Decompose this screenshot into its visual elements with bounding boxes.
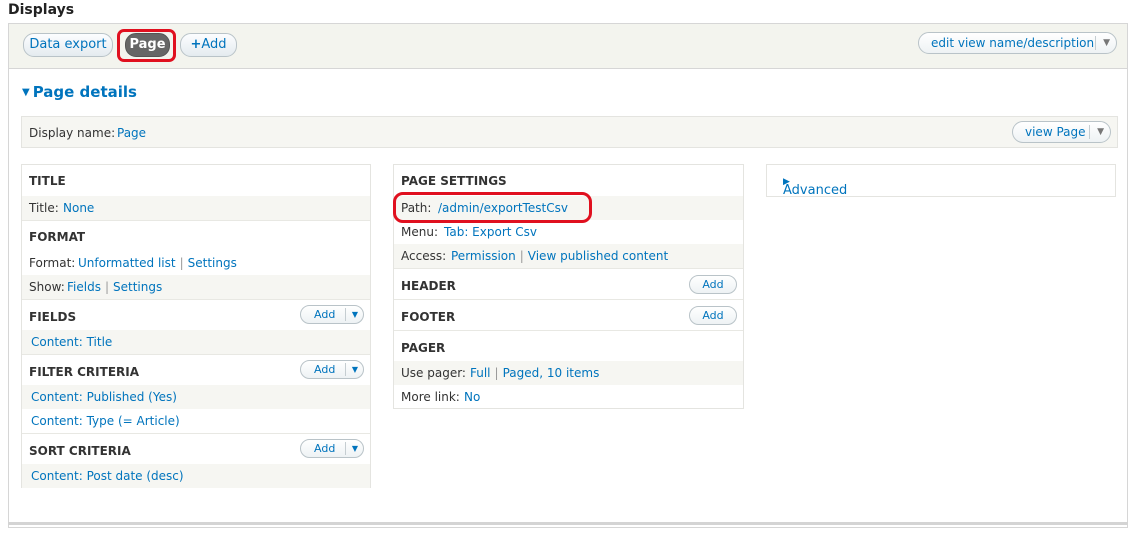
chevron-down-icon[interactable]: ▼ bbox=[1103, 33, 1110, 53]
more-link-label: More link: bbox=[401, 390, 460, 404]
use-pager-value-link[interactable]: Full bbox=[470, 366, 491, 380]
left-column: TITLE Title: None FORMAT Format: Unforma… bbox=[21, 164, 371, 488]
plus-icon: + bbox=[190, 37, 202, 52]
display-name-row: Display name: Page view Page ▼ bbox=[21, 116, 1118, 148]
tab-add[interactable]: +Add bbox=[180, 33, 237, 57]
show-settings-link[interactable]: Settings bbox=[113, 280, 162, 294]
display-name-link[interactable]: Page bbox=[117, 126, 146, 140]
access-value-link[interactable]: Permission bbox=[451, 249, 516, 263]
tab-page[interactable]: Page bbox=[125, 33, 170, 57]
middle-column: PAGE SETTINGS Path: /admin/exportTestCsv… bbox=[393, 164, 744, 409]
format-label: Format: bbox=[29, 256, 76, 270]
sort-item-link[interactable]: Content: Post date (desc) bbox=[31, 469, 184, 483]
path-value-link[interactable]: /admin/exportTestCsv bbox=[438, 201, 568, 215]
title-value-link[interactable]: None bbox=[63, 201, 94, 215]
edit-view-name-button[interactable]: edit view name/description ▼ bbox=[918, 32, 1117, 54]
filter-add-label: Add bbox=[314, 363, 336, 376]
view-page-label: view Page bbox=[1025, 125, 1086, 139]
edit-view-name-label: edit view name/description bbox=[931, 36, 1095, 50]
chevron-down-icon[interactable]: ▼ bbox=[352, 306, 358, 323]
title-section-heading: TITLE bbox=[29, 174, 66, 188]
footer-add-button[interactable]: Add bbox=[689, 306, 737, 325]
format-settings-link[interactable]: Settings bbox=[188, 256, 237, 270]
sort-section-heading: SORT CRITERIA bbox=[29, 444, 131, 458]
sort-add-button[interactable]: Add ▼ bbox=[300, 439, 364, 458]
show-row: Show: Fields | Settings bbox=[22, 275, 370, 299]
show-value-link[interactable]: Fields bbox=[67, 280, 101, 294]
show-label: Show: bbox=[29, 280, 65, 294]
fields-item-link[interactable]: Content: Title bbox=[31, 335, 112, 349]
title-label: Title: bbox=[29, 201, 59, 215]
access-row: Access: Permission | View published conten… bbox=[394, 244, 743, 268]
filter-item-type[interactable]: Content: Type (= Article) bbox=[31, 414, 180, 428]
page-details-toggle[interactable]: ▼ Page details bbox=[22, 83, 137, 101]
fields-section-heading: FIELDS bbox=[29, 310, 77, 324]
advanced-toggle[interactable]: ▶ Advanced bbox=[766, 164, 1116, 198]
filter-item-published[interactable]: Content: Published (Yes) bbox=[31, 390, 177, 404]
advanced-label: Advanced bbox=[783, 183, 848, 198]
page-details-title: Page details bbox=[32, 83, 137, 101]
access-label: Access: bbox=[401, 249, 447, 263]
path-label: Path: bbox=[401, 201, 432, 215]
header-section-heading: HEADER bbox=[401, 279, 456, 293]
use-pager-label: Use pager: bbox=[401, 366, 466, 380]
menu-label: Menu: bbox=[401, 225, 438, 239]
view-page-button[interactable]: view Page ▼ bbox=[1012, 121, 1111, 143]
panel-bottom-border bbox=[8, 522, 1128, 525]
title-row: Title: None bbox=[22, 196, 370, 220]
format-section-heading: FORMAT bbox=[29, 230, 86, 244]
displays-tab-bar: Data export Page +Add edit view name/des… bbox=[8, 23, 1128, 69]
use-pager-row: Use pager: Full | Paged, 10 items bbox=[394, 361, 743, 385]
tab-data-export[interactable]: Data export bbox=[23, 33, 113, 57]
displays-heading: Displays bbox=[8, 2, 75, 18]
menu-value-link[interactable]: Tab: Export Csv bbox=[444, 225, 537, 239]
page-settings-heading: PAGE SETTINGS bbox=[401, 174, 507, 188]
menu-row: Menu: Tab: Export Csv bbox=[394, 220, 743, 244]
header-add-button[interactable]: Add bbox=[689, 275, 737, 294]
fields-add-label: Add bbox=[314, 308, 336, 321]
access-permission-link[interactable]: View published content bbox=[528, 249, 668, 263]
format-row: Format: Unformatted list | Settings bbox=[29, 256, 237, 270]
chevron-down-icon[interactable]: ▼ bbox=[352, 440, 358, 457]
display-name-label: Display name: bbox=[29, 126, 116, 140]
triangle-down-icon: ▼ bbox=[22, 87, 30, 98]
filter-section-heading: FILTER CRITERIA bbox=[29, 365, 140, 379]
tab-add-label: Add bbox=[201, 37, 227, 52]
footer-section-heading: FOOTER bbox=[401, 310, 456, 324]
filter-add-button[interactable]: Add ▼ bbox=[300, 360, 364, 379]
pager-section-heading: PAGER bbox=[401, 341, 446, 355]
chevron-down-icon[interactable]: ▼ bbox=[352, 361, 358, 378]
chevron-down-icon[interactable]: ▼ bbox=[1097, 122, 1104, 142]
more-link-row: More link: No bbox=[394, 385, 743, 409]
use-pager-items-link[interactable]: Paged, 10 items bbox=[503, 366, 600, 380]
fields-add-button[interactable]: Add ▼ bbox=[300, 305, 364, 324]
sort-add-label: Add bbox=[314, 442, 336, 455]
more-link-value-link[interactable]: No bbox=[464, 390, 480, 404]
format-value-link[interactable]: Unformatted list bbox=[78, 256, 176, 270]
path-row: Path: /admin/exportTestCsv bbox=[394, 196, 743, 220]
